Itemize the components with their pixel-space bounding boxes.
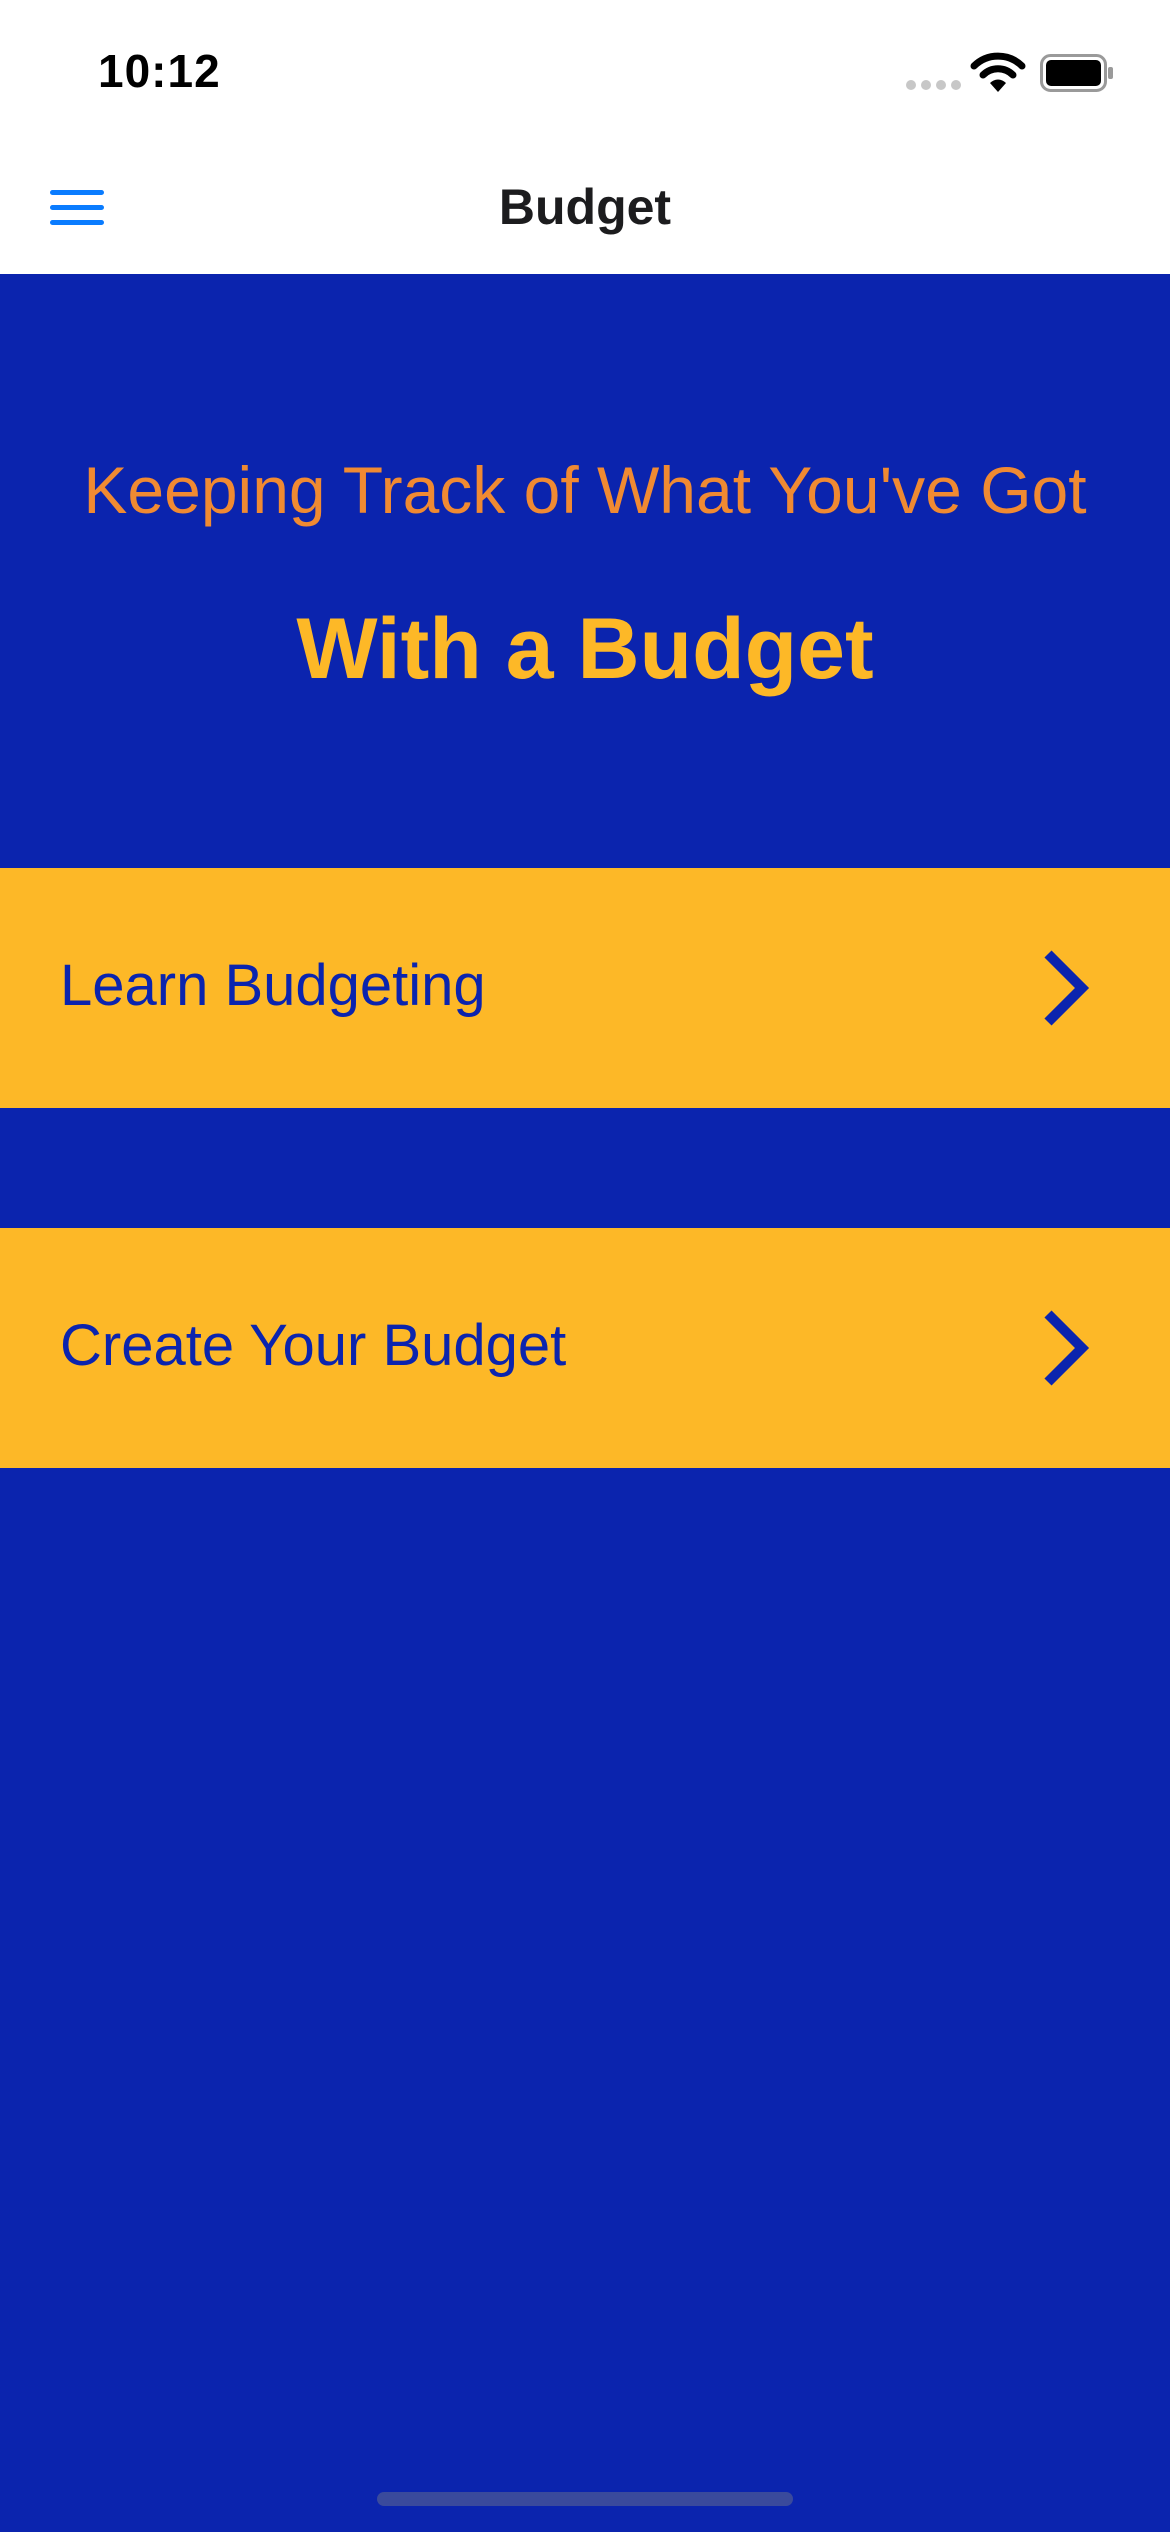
create-budget-label: Create Your Budget — [60, 1313, 567, 1378]
hero-title: With a Budget — [296, 601, 874, 697]
page-title: Budget — [498, 179, 672, 235]
nav-bar: Budget — [0, 140, 1170, 274]
status-time: 10:12 — [98, 45, 221, 97]
battery-icon — [1040, 54, 1113, 92]
status-bar: 10:12 — [0, 0, 1170, 140]
cellular-signal-icon — [906, 80, 962, 92]
hero-subtitle: Keeping Track of What You've Got — [83, 453, 1087, 527]
chevron-right-icon — [1044, 1310, 1090, 1386]
learn-budgeting-label: Learn Budgeting — [60, 953, 486, 1018]
learn-budgeting-button[interactable]: Learn Budgeting — [0, 868, 1170, 1108]
wifi-icon — [970, 52, 1026, 92]
chevron-right-icon — [1044, 950, 1090, 1026]
create-budget-button[interactable]: Create Your Budget — [0, 1228, 1170, 1468]
home-indicator[interactable] — [377, 2492, 793, 2506]
